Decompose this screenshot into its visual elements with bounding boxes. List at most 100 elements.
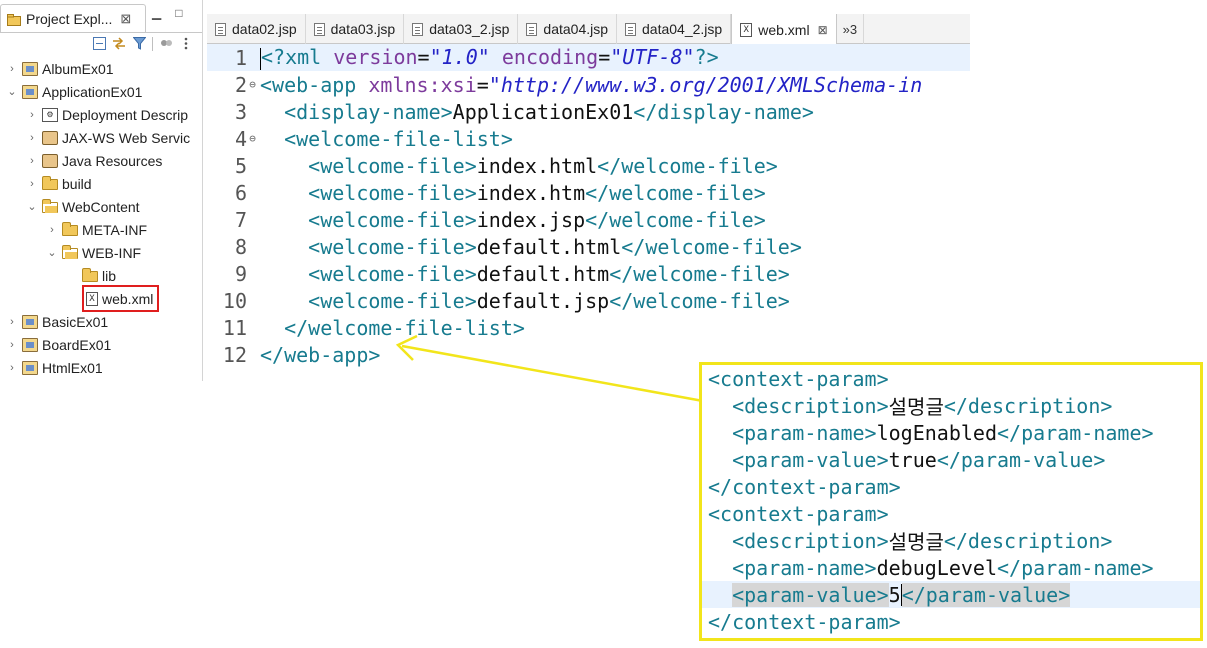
- maximize-icon[interactable]: □: [175, 6, 182, 20]
- tree-item[interactable]: › META-INF: [0, 218, 202, 241]
- code-line[interactable]: 11 </welcome-file-list>: [207, 314, 970, 341]
- code-area[interactable]: 1 <?xml version="1.0" encoding="UTF-8"?> 2…: [207, 44, 970, 368]
- code-line[interactable]: 4 ⊖ <welcome-file-list>: [207, 125, 970, 152]
- tree-item[interactable]: › AlbumEx01: [0, 57, 202, 80]
- editor-tab-label: web.xml: [758, 21, 810, 38]
- code-line[interactable]: 5 <welcome-file>index.html</welcome-file…: [207, 152, 970, 179]
- line-number: 7: [234, 207, 247, 232]
- editor-tab[interactable]: data02.jsp: [207, 14, 306, 44]
- code-line[interactable]: 3 <display-name>ApplicationEx01</display…: [207, 98, 970, 125]
- tree-item[interactable]: ⌄ WebContent: [0, 195, 202, 218]
- selected-file-highlight[interactable]: Xweb.xml: [82, 285, 160, 312]
- code-text: default.htm: [476, 261, 610, 286]
- close-icon[interactable]: ⊠: [120, 11, 131, 27]
- line-content: <display-name>ApplicationEx01</display-n…: [258, 100, 814, 124]
- line-number: 1: [234, 45, 247, 70]
- jsp-file-icon: [412, 22, 424, 36]
- editor-tab[interactable]: Xweb.xml ⊠: [731, 14, 837, 45]
- code-text: logEnabled: [876, 420, 998, 445]
- view-menu-icon[interactable]: [179, 37, 193, 51]
- editor-tab[interactable]: data03.jsp: [306, 14, 405, 44]
- editor-tab-label: data04.jsp: [543, 21, 609, 37]
- editor-tab-label: data04_2.jsp: [642, 21, 723, 37]
- line-content: <welcome-file>index.jsp</welcome-file>: [258, 208, 766, 232]
- fold-toggle-icon[interactable]: ⊖: [247, 132, 258, 145]
- expand-arrow-icon[interactable]: ›: [26, 178, 38, 190]
- code-tag: </param-name>: [997, 420, 1154, 445]
- editor-tab[interactable]: data03_2.jsp: [404, 14, 519, 44]
- tree-item-label: JAX-WS Web Servic: [62, 129, 191, 146]
- collapse-arrow-icon[interactable]: ⌄: [26, 200, 38, 213]
- line-number: 9: [234, 261, 247, 286]
- expand-arrow-icon[interactable]: ›: [46, 224, 58, 236]
- code-line[interactable]: 6 <welcome-file>index.htm</welcome-file>: [207, 179, 970, 206]
- xml-file-icon: X: [86, 291, 98, 306]
- code-line[interactable]: 9 <welcome-file>default.htm</welcome-fil…: [207, 260, 970, 287]
- code-text: 설명글: [888, 395, 944, 419]
- code-tag: <welcome-file>: [308, 234, 477, 259]
- more-tabs-button[interactable]: »3: [837, 14, 865, 44]
- project-explorer: Project Expl... ⊠ ▁ □ › AlbumEx01 ⌄ Applica…: [0, 0, 203, 381]
- tree-item[interactable]: › ⚙ Deployment Descrip: [0, 103, 202, 126]
- code-line[interactable]: 10 <welcome-file>default.jsp</welcome-fi…: [207, 287, 970, 314]
- collapse-arrow-icon[interactable]: ⌄: [46, 246, 58, 259]
- expand-arrow-icon[interactable]: ›: [26, 132, 38, 144]
- tree-item[interactable]: lib: [0, 264, 202, 287]
- folder-icon: [42, 176, 58, 190]
- line-number: 2: [234, 72, 247, 97]
- filter-icon[interactable]: [132, 37, 146, 51]
- minimize-icon[interactable]: ▁: [152, 6, 161, 20]
- line-number: 8: [234, 234, 247, 259]
- code-tag: </welcome-file>: [585, 207, 766, 232]
- editor-tab-label: data02.jsp: [232, 21, 297, 37]
- tree-item[interactable]: › HtmlEx01: [0, 356, 202, 379]
- folder-icon: [82, 268, 98, 282]
- collapse-arrow-icon[interactable]: ⌄: [6, 85, 18, 98]
- code-line[interactable]: 1 <?xml version="1.0" encoding="UTF-8"?>: [207, 44, 970, 71]
- project-icon: [22, 360, 38, 375]
- tree-item-label: META-INF: [82, 221, 148, 238]
- expand-arrow-icon[interactable]: ›: [6, 362, 18, 374]
- project-icon: [22, 61, 38, 76]
- expand-arrow-icon[interactable]: ›: [6, 339, 18, 351]
- callout-code-line: <context-param>: [702, 365, 1200, 392]
- code-tag: </welcome-file>: [609, 261, 790, 286]
- expand-arrow-icon[interactable]: ›: [6, 316, 18, 328]
- tree-item[interactable]: › BoardEx01: [0, 333, 202, 356]
- tree-item[interactable]: › JAX-WS Web Servic: [0, 126, 202, 149]
- tree-item-label: Deployment Descrip: [62, 106, 189, 123]
- close-tab-icon[interactable]: ⊠: [818, 23, 828, 37]
- tree-item[interactable]: › BasicEx01: [0, 310, 202, 333]
- tree-item[interactable]: › Java Resources: [0, 149, 202, 172]
- tree-item[interactable]: ⌄ ApplicationEx01: [0, 80, 202, 103]
- tree-item-label: HtmlEx01: [42, 359, 103, 376]
- code-tag: <welcome-file-list>: [284, 126, 513, 151]
- code-string: "1.0": [429, 45, 490, 70]
- expand-arrow-icon[interactable]: ›: [26, 155, 38, 167]
- code-line[interactable]: 7 <welcome-file>index.jsp</welcome-file>: [207, 206, 970, 233]
- code-line[interactable]: 8 <welcome-file>default.html</welcome-fi…: [207, 233, 970, 260]
- focus-icon[interactable]: [159, 37, 173, 51]
- expand-arrow-icon[interactable]: ›: [26, 109, 38, 121]
- callout-code-line: <description> 설명글 </description>: [702, 527, 1200, 555]
- project-explorer-tab[interactable]: Project Expl... ⊠: [0, 4, 146, 32]
- editor-tab[interactable]: data04_2.jsp: [617, 14, 732, 44]
- code-tag: </display-name>: [633, 99, 814, 124]
- tree-item[interactable]: ⌄ WEB-INF: [0, 241, 202, 264]
- tree-item-label: WebContent: [62, 198, 140, 215]
- xml-editor: data02.jsp data03.jsp data03_2.jsp data04.j…: [207, 14, 970, 381]
- link-with-editor-icon[interactable]: [112, 37, 126, 51]
- fold-toggle-icon[interactable]: ⊖: [247, 78, 258, 91]
- code-line[interactable]: 2 ⊖ <web-app xmlns:xsi="http://www.w3.org/…: [207, 71, 970, 98]
- editor-tab[interactable]: data04.jsp: [518, 14, 618, 44]
- expand-arrow-icon[interactable]: ›: [6, 63, 18, 75]
- collapse-all-icon[interactable]: [92, 37, 106, 51]
- line-content: <welcome-file>index.htm</welcome-file>: [258, 181, 766, 205]
- code-attribute: xmlns:xsi: [368, 72, 477, 97]
- tree-item[interactable]: Xweb.xml: [0, 285, 202, 312]
- tree-item[interactable]: › build: [0, 172, 202, 195]
